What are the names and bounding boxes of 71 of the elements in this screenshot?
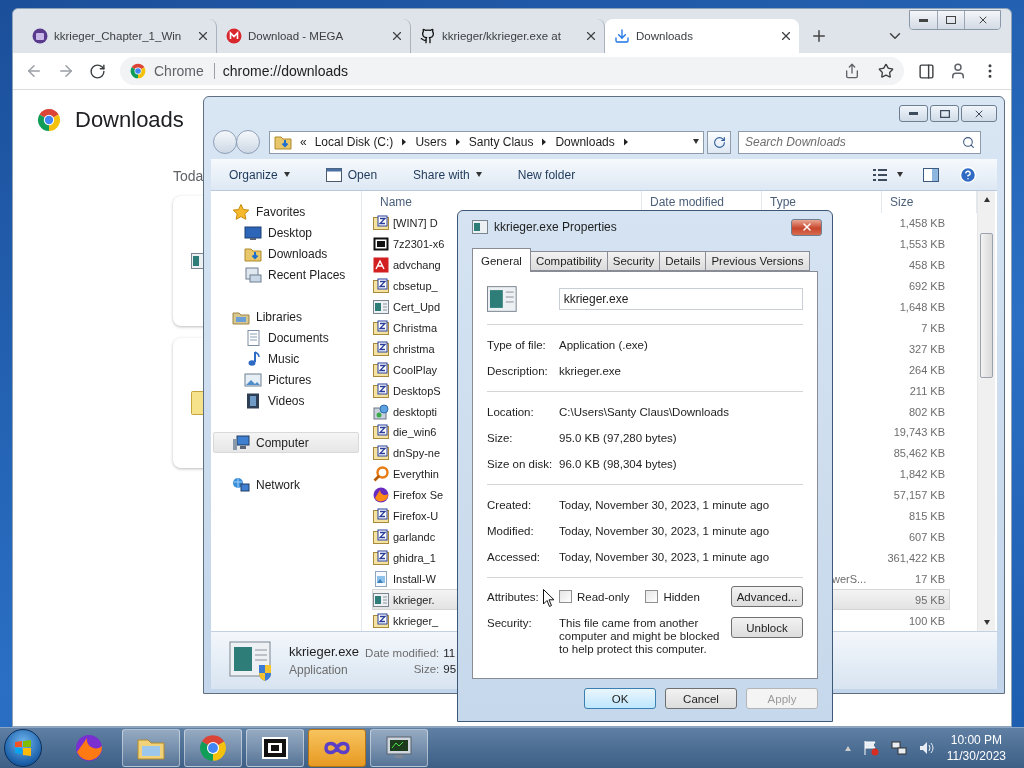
- security-note: This file came from another computer and might be blocked to help protect this computer.: [559, 617, 721, 656]
- property-value: C:\Users\Santy Claus\Downloads: [559, 406, 730, 418]
- file-name: desktopti: [393, 405, 439, 418]
- file-name: Install-W: [393, 572, 437, 585]
- file-size: 1,553 KB: [898, 238, 946, 251]
- property-label: Description:: [487, 365, 548, 377]
- property-label: Size on disk:: [487, 458, 553, 470]
- file-size: 19,743 KB: [892, 426, 946, 439]
- property-label: Size:: [487, 432, 513, 444]
- file-size: 57,157 KB: [892, 489, 946, 502]
- file-size: 1,648 KB: [898, 300, 946, 313]
- property-value: kkrieger.exe: [559, 365, 622, 377]
- property-value: Today, November 30, 2023, 1 minute ago: [559, 499, 771, 511]
- file-name: Firefox Se: [393, 489, 445, 502]
- file-size: 458 KB: [907, 259, 946, 272]
- file-name: CoolPlay: [393, 363, 439, 376]
- file-name: 7z2301-x6: [393, 238, 446, 251]
- property-value: 95.0 KB (97,280 bytes): [559, 432, 678, 444]
- file-name: Firefox-U: [393, 510, 440, 523]
- file-name: DesktopS: [393, 384, 442, 397]
- property-value: 96.0 KB (98,304 bytes): [559, 458, 678, 470]
- file-name: garlandc: [393, 530, 437, 543]
- dialog-title: kkrieger.exe Properties: [494, 220, 618, 234]
- file-name: ghidra_1: [393, 551, 437, 564]
- file-name: kkrieger.exe: [289, 644, 360, 659]
- property-label: Accessed:: [487, 551, 541, 563]
- file-size: 1,458 KB: [898, 217, 946, 230]
- file-size: 802 KB: [907, 405, 946, 418]
- file-size: 7 KB: [920, 321, 946, 334]
- file-name: Christma: [393, 321, 438, 334]
- page-title: Downloads: [75, 107, 184, 133]
- property-label: Security:: [487, 617, 532, 629]
- property-value: Application (.exe): [559, 339, 649, 351]
- file-size: 1,842 KB: [898, 468, 946, 481]
- file-name: kkrieger_: [393, 614, 440, 627]
- file-name: [WIN7] D: [393, 217, 439, 230]
- url-text: chrome://downloads: [222, 63, 350, 79]
- property-value: Today, November 30, 2023, 1 minute ago: [559, 551, 771, 563]
- file-size: 361,422 KB: [886, 551, 946, 564]
- file-name: christma: [393, 342, 436, 355]
- date-value: 11: [443, 646, 457, 659]
- file-size: 264 KB: [907, 363, 946, 376]
- date-label: Date modified:: [365, 646, 440, 659]
- file-name: Cert_Upd: [393, 300, 442, 313]
- property-label: Location:: [487, 406, 534, 418]
- file-size: 692 KB: [907, 280, 946, 293]
- site-chip: Chrome: [154, 63, 215, 79]
- file-name: kkrieger.: [393, 593, 436, 606]
- property-label: Modified:: [487, 525, 534, 537]
- file-name: advchang: [393, 259, 442, 272]
- size-label: Size:: [412, 662, 440, 675]
- file-name: die_win6: [393, 426, 438, 439]
- property-label: Created:: [487, 499, 532, 511]
- section-heading: Toda: [173, 168, 204, 184]
- property-label: Attributes:: [487, 590, 539, 603]
- file-size: 815 KB: [907, 510, 946, 523]
- file-size: 85,462 KB: [892, 447, 946, 460]
- property-label: Type of file:: [487, 339, 546, 351]
- file-name: cbsetup_: [393, 280, 439, 293]
- file-name: dnSpy-ne: [393, 447, 442, 460]
- file-size: 17 KB: [914, 572, 946, 585]
- file-size: 327 KB: [907, 342, 946, 355]
- file-size: 95 KB: [914, 593, 946, 606]
- file-name: Everythin: [393, 468, 440, 481]
- file-size: 100 KB: [907, 614, 946, 627]
- property-value: Today, November 30, 2023, 1 minute ago: [559, 525, 771, 537]
- size-value: 95: [443, 662, 457, 675]
- file-type: Application: [289, 663, 349, 677]
- file-size: 607 KB: [907, 530, 946, 543]
- file-size: 211 KB: [908, 384, 946, 397]
- file-type: werS...: [832, 572, 868, 585]
